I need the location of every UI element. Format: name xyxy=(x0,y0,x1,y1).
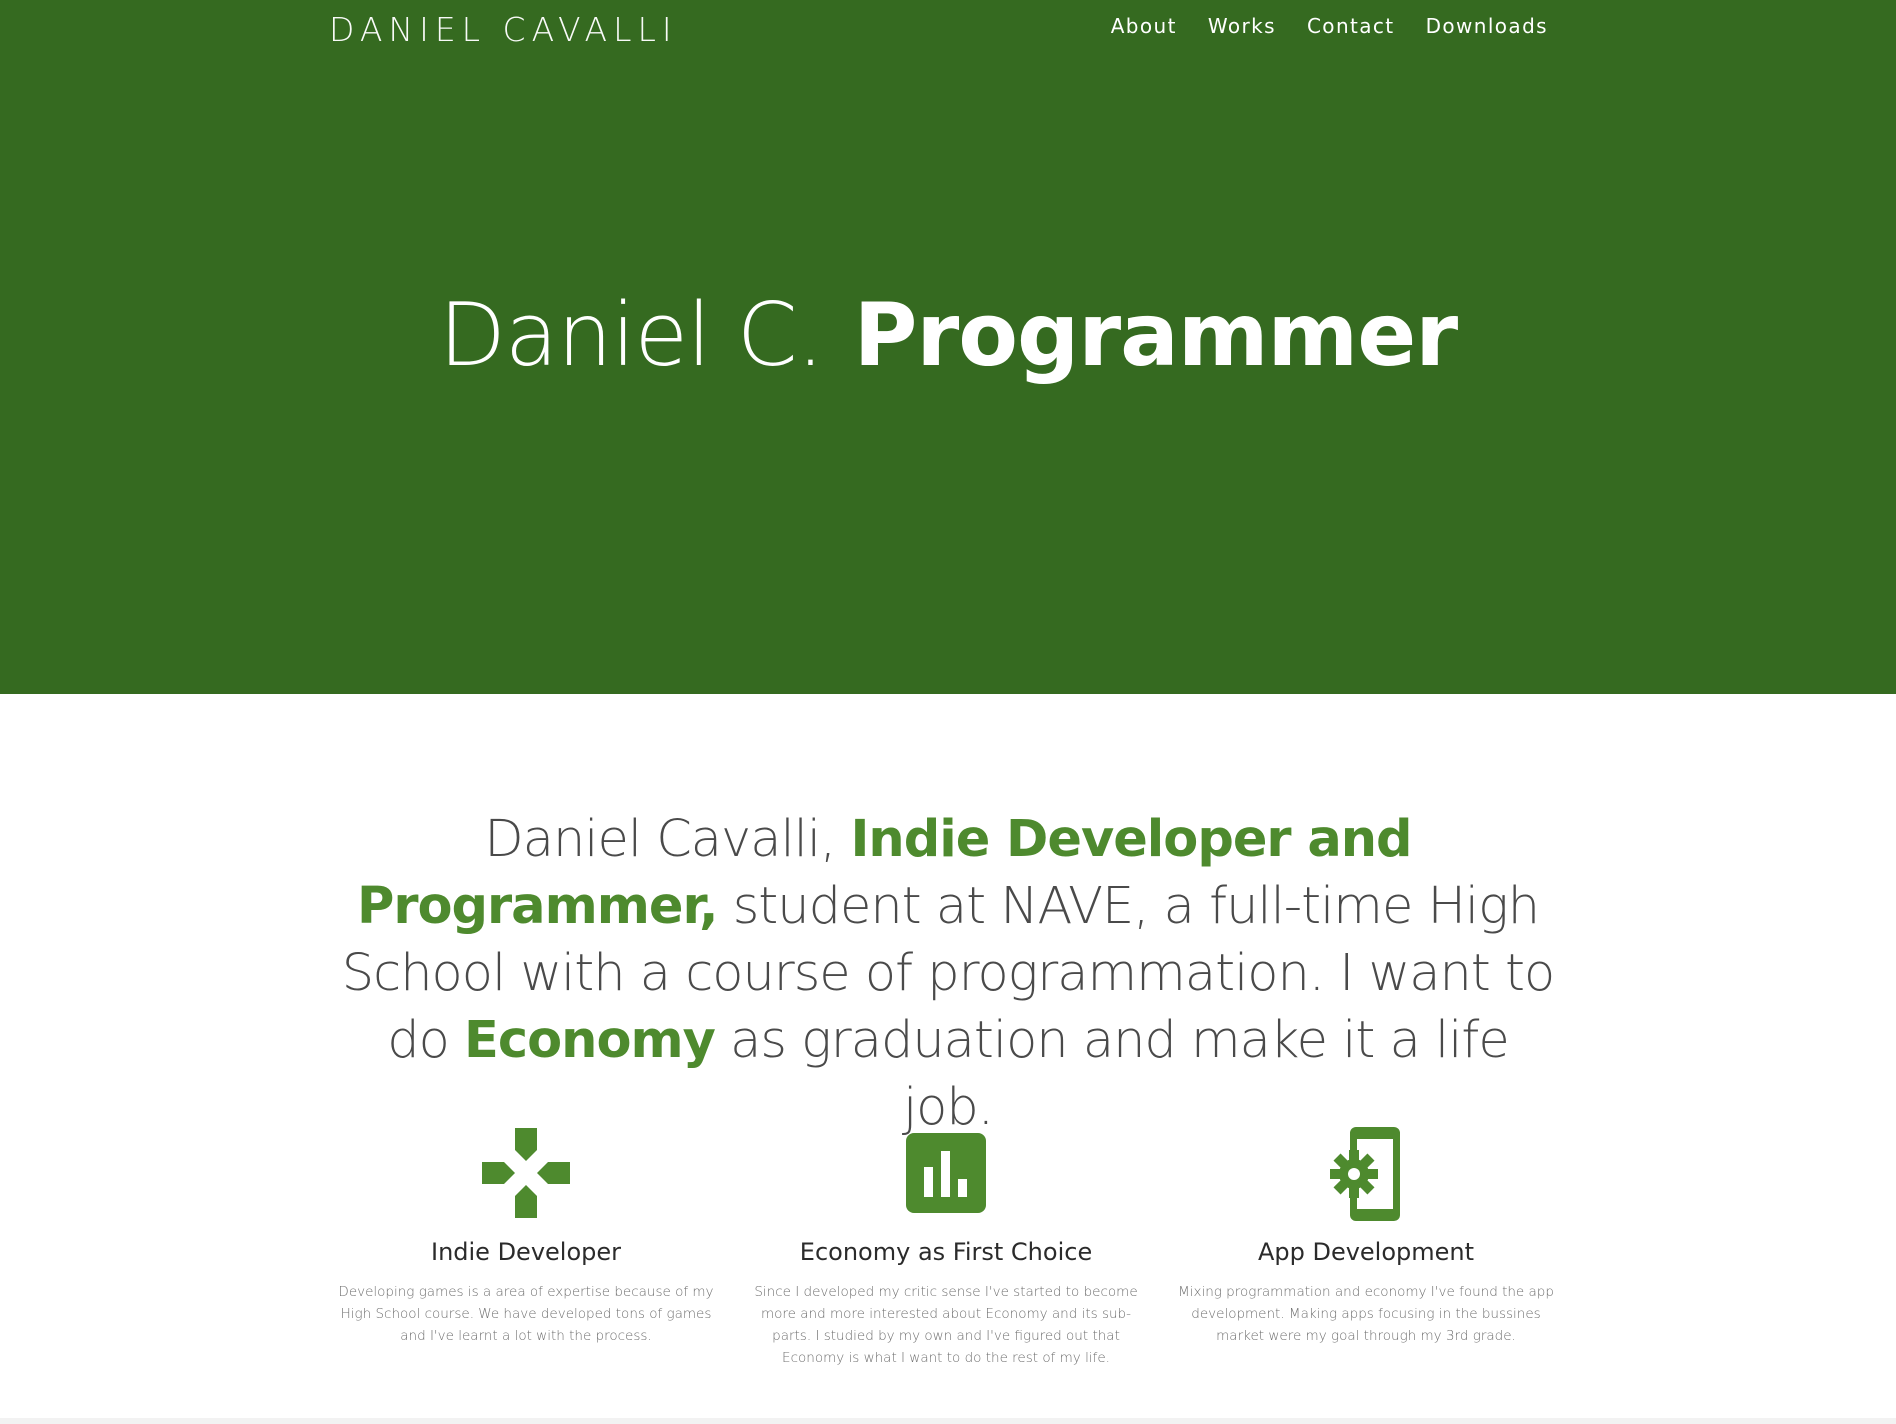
bar-chart-icon xyxy=(906,1133,986,1213)
nav-link-works[interactable]: Works xyxy=(1208,14,1276,38)
footer-divider xyxy=(0,1418,1896,1424)
phone-settings-icon xyxy=(1330,1127,1400,1221)
hero-title-role: Programmer xyxy=(853,284,1459,386)
feature-app-development: App Development Mixing programmation and… xyxy=(1166,1123,1566,1347)
nav-link-about[interactable]: About xyxy=(1111,14,1177,38)
intro-text-3: as graduation and make it a life job. xyxy=(730,1011,1510,1137)
feature-description: Since I developed my critic sense I've s… xyxy=(754,1284,1138,1366)
feature-title: App Development xyxy=(1257,1238,1475,1266)
hero-title-name: Daniel C. xyxy=(438,284,824,386)
site-brand[interactable]: DANIEL CAVALLI xyxy=(329,10,678,49)
feature-description: Developing games is a area of expertise … xyxy=(338,1284,714,1344)
intro-text-1: Daniel Cavalli, xyxy=(484,810,836,869)
feature-indie-developer: Indie Developer Developing games is a ar… xyxy=(326,1123,726,1347)
nav-link-contact[interactable]: Contact xyxy=(1307,14,1395,38)
gamepad-icon xyxy=(482,1128,570,1218)
intro-highlight-economy: Economy xyxy=(464,1011,716,1070)
hero-section: DANIEL CAVALLI About Works Contact Downl… xyxy=(0,0,1896,694)
nav-link-downloads[interactable]: Downloads xyxy=(1426,14,1548,38)
intro-statement: Daniel Cavalli, Indie Developer and Prog… xyxy=(340,806,1556,1141)
main-nav: About Works Contact Downloads xyxy=(1111,14,1548,38)
feature-title: Indie Developer xyxy=(430,1238,622,1266)
hero-title: Daniel C. Programmer xyxy=(0,285,1896,385)
feature-economy: Economy as First Choice Since I develope… xyxy=(746,1123,1146,1369)
feature-description: Mixing programmation and economy I've fo… xyxy=(1178,1284,1554,1344)
feature-title: Economy as First Choice xyxy=(799,1238,1093,1266)
